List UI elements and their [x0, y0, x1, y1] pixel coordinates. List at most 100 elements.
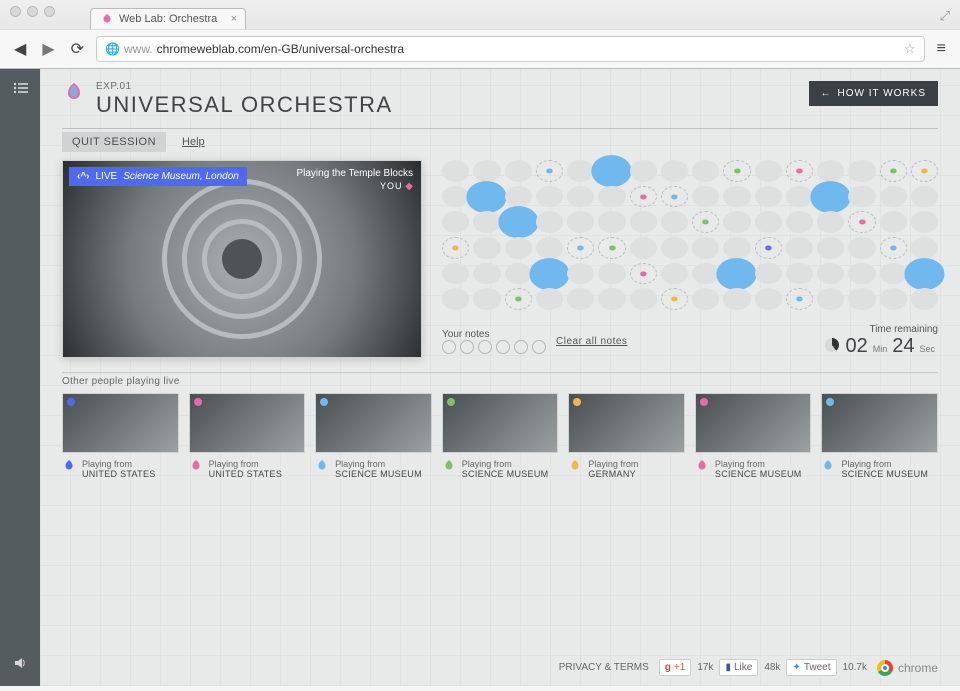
- sequencer-cell[interactable]: [442, 288, 469, 310]
- clear-notes-button[interactable]: Clear all notes: [556, 336, 627, 347]
- url-bar[interactable]: 🌐 www.chromeweblab.com/en-GB/universal-o…: [96, 36, 925, 62]
- sequencer-note[interactable]: [498, 206, 538, 237]
- sequencer-cell[interactable]: [442, 160, 469, 182]
- sequencer-cell[interactable]: [723, 288, 750, 310]
- player-thumbnail[interactable]: Playing from GERMANY: [568, 393, 685, 479]
- sequencer-cell[interactable]: [786, 263, 813, 285]
- sequencer-cell[interactable]: [817, 211, 844, 233]
- player-video-thumb[interactable]: [189, 393, 306, 453]
- reload-button[interactable]: ⟳: [67, 37, 88, 61]
- sequencer-note[interactable]: [671, 194, 677, 199]
- sequencer-cell[interactable]: [692, 263, 719, 285]
- sequencer-cell[interactable]: [536, 237, 563, 259]
- sequencer-note[interactable]: [546, 168, 552, 173]
- sequencer-cell[interactable]: [692, 160, 719, 182]
- sequencer-note[interactable]: [640, 194, 646, 199]
- minimize-window-icon[interactable]: [27, 6, 38, 17]
- sequencer-cell[interactable]: [911, 263, 938, 285]
- sequencer-cell[interactable]: [505, 160, 532, 182]
- sequencer-cell[interactable]: [848, 211, 875, 233]
- sequencer-cell[interactable]: [723, 237, 750, 259]
- back-button[interactable]: ◀: [10, 37, 30, 61]
- sequencer-cell[interactable]: [661, 263, 688, 285]
- sequencer-cell[interactable]: [848, 160, 875, 182]
- sequencer-cell[interactable]: [661, 237, 688, 259]
- sequencer-cell[interactable]: [911, 186, 938, 208]
- sequencer-cell[interactable]: [598, 186, 625, 208]
- chrome-logo[interactable]: chrome: [877, 660, 938, 676]
- sequencer-note[interactable]: [529, 258, 569, 289]
- sequencer-note[interactable]: [592, 155, 632, 186]
- how-it-works-button[interactable]: ← HOW IT WORKS: [809, 81, 938, 106]
- sequencer-note[interactable]: [609, 245, 615, 250]
- sequencer-cell[interactable]: [442, 211, 469, 233]
- sequencer-cell[interactable]: [567, 288, 594, 310]
- sequencer-cell[interactable]: [880, 211, 907, 233]
- sequencer-cell[interactable]: [473, 211, 500, 233]
- note-slot[interactable]: [460, 340, 474, 354]
- sequencer-cell[interactable]: [817, 237, 844, 259]
- sequencer-cell[interactable]: [880, 237, 907, 259]
- sequencer-cell[interactable]: [755, 237, 782, 259]
- sequencer-cell[interactable]: [755, 160, 782, 182]
- sequencer-cell[interactable]: [567, 263, 594, 285]
- sequencer-cell[interactable]: [817, 160, 844, 182]
- volume-icon[interactable]: [13, 656, 27, 674]
- sequencer-cell[interactable]: [755, 211, 782, 233]
- sequencer-cell[interactable]: [848, 288, 875, 310]
- sequencer-cell[interactable]: [911, 288, 938, 310]
- sequencer-cell[interactable]: [567, 186, 594, 208]
- sequencer-cell[interactable]: [567, 237, 594, 259]
- sequencer-cell[interactable]: [598, 237, 625, 259]
- sequencer-note[interactable]: [796, 168, 802, 173]
- facebook-like-button[interactable]: ▮Like: [719, 659, 758, 676]
- sequencer-cell[interactable]: [630, 211, 657, 233]
- sequencer-cell[interactable]: [755, 186, 782, 208]
- bookmark-star-icon[interactable]: ☆: [904, 41, 916, 57]
- sequencer-cell[interactable]: [692, 211, 719, 233]
- sequencer-note[interactable]: [577, 245, 583, 250]
- sequencer-cell[interactable]: [661, 160, 688, 182]
- sequencer-cell[interactable]: [536, 211, 563, 233]
- sequencer-note[interactable]: [452, 245, 458, 250]
- sequencer-cell[interactable]: [692, 288, 719, 310]
- note-slot[interactable]: [478, 340, 492, 354]
- sequencer-cell[interactable]: [848, 186, 875, 208]
- sequencer-note[interactable]: [467, 181, 507, 212]
- sequencer-cell[interactable]: [786, 237, 813, 259]
- sequencer-note[interactable]: [702, 220, 708, 225]
- sequencer-cell[interactable]: [723, 211, 750, 233]
- note-slot[interactable]: [496, 340, 510, 354]
- browser-tab[interactable]: Web Lab: Orchestra ×: [90, 8, 246, 29]
- sequencer-cell[interactable]: [536, 263, 563, 285]
- sequencer-cell[interactable]: [848, 237, 875, 259]
- sequencer-cell[interactable]: [630, 263, 657, 285]
- sequencer-cell[interactable]: [692, 237, 719, 259]
- sequencer-note[interactable]: [921, 168, 927, 173]
- player-thumbnail[interactable]: Playing from UNITED STATES: [189, 393, 306, 479]
- live-video-panel[interactable]: ‹^› LIVE Science Museum, London Playing …: [62, 160, 422, 358]
- sequencer-cell[interactable]: [911, 160, 938, 182]
- player-thumbnail[interactable]: Playing from SCIENCE MUSEUM: [442, 393, 559, 479]
- sequencer-cell[interactable]: [473, 160, 500, 182]
- tweet-button[interactable]: ✦Tweet: [786, 659, 836, 676]
- sequencer-note[interactable]: [810, 181, 850, 212]
- sequencer-cell[interactable]: [880, 160, 907, 182]
- player-video-thumb[interactable]: [568, 393, 685, 453]
- sequencer-cell[interactable]: [442, 237, 469, 259]
- sequencer-cell[interactable]: [473, 186, 500, 208]
- menu-list-icon[interactable]: [13, 81, 28, 98]
- sequencer-cell[interactable]: [505, 263, 532, 285]
- sequencer-cell[interactable]: [630, 186, 657, 208]
- sequencer-note[interactable]: [515, 297, 521, 302]
- sequencer-note[interactable]: [765, 245, 771, 250]
- player-video-thumb[interactable]: [315, 393, 432, 453]
- sequencer-cell[interactable]: [848, 263, 875, 285]
- player-thumbnail[interactable]: Playing from SCIENCE MUSEUM: [821, 393, 938, 479]
- sequencer-cell[interactable]: [723, 263, 750, 285]
- sequencer-cell[interactable]: [630, 237, 657, 259]
- sequencer-note[interactable]: [904, 258, 944, 289]
- sequencer-cell[interactable]: [473, 263, 500, 285]
- sequencer-cell[interactable]: [442, 186, 469, 208]
- sequencer-cell[interactable]: [473, 237, 500, 259]
